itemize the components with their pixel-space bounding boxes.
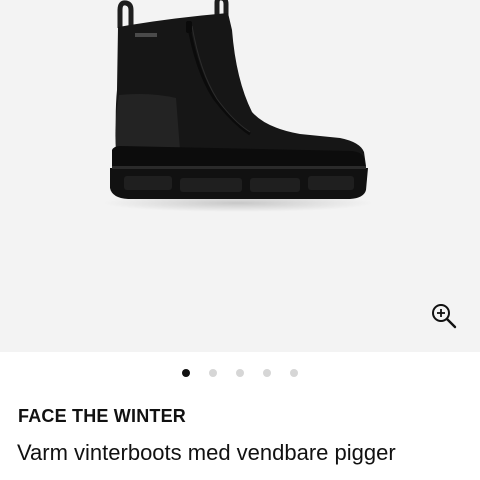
product-image-boot[interactable] [0, 0, 480, 352]
product-title: Varm vinterboots med vendbare pigger [17, 440, 396, 465]
carousel-pagination [0, 363, 480, 383]
zoom-button[interactable] [426, 298, 462, 334]
carousel-dot-3[interactable] [236, 369, 244, 377]
product-brand: FACE THE WINTER [18, 406, 186, 426]
carousel-dot-1[interactable] [182, 369, 190, 377]
carousel-dot-4[interactable] [263, 369, 271, 377]
carousel-dot-2[interactable] [209, 369, 217, 377]
product-image-gallery[interactable] [0, 0, 480, 352]
carousel-dot-5[interactable] [290, 369, 298, 377]
zoom-in-icon [432, 304, 457, 329]
